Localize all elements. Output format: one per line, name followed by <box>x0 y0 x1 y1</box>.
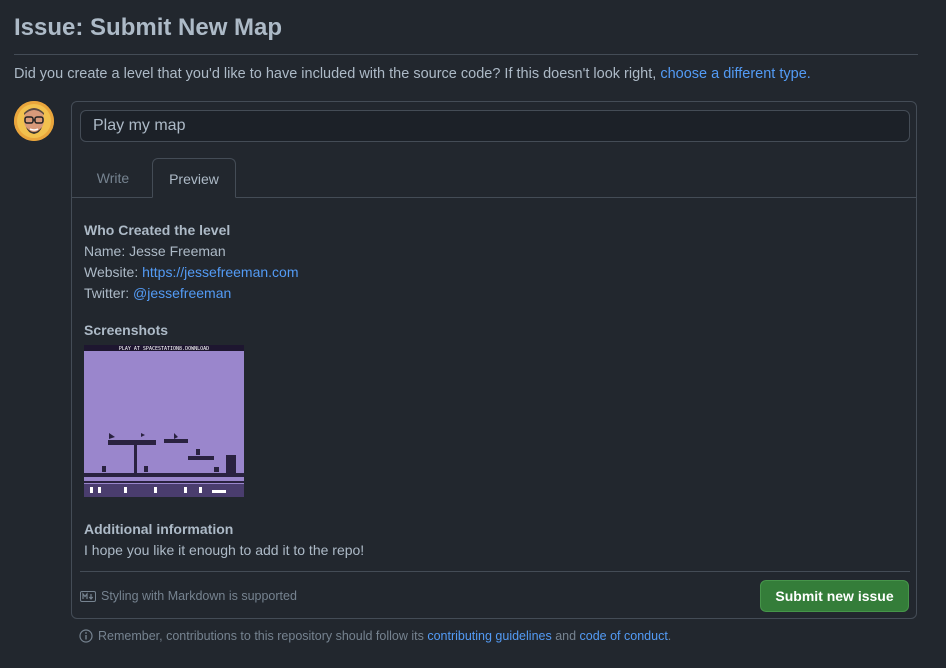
additional-info-text: I hope you like it enough to add it to t… <box>84 542 365 558</box>
issue-form: Write Preview Who Created the level Name… <box>71 101 917 619</box>
markdown-icon <box>80 590 96 602</box>
contributing-guidelines-link[interactable]: contributing guidelines <box>427 629 551 643</box>
avatar-image <box>14 101 54 141</box>
website-line: Website: https://jessefreeman.com <box>84 262 904 283</box>
preview-body: Who Created the level Name: Jesse Freema… <box>84 220 904 561</box>
submit-new-issue-button[interactable]: Submit new issue <box>760 580 909 612</box>
tab-write[interactable]: Write <box>85 158 141 198</box>
avatar[interactable] <box>14 101 54 141</box>
screenshot-caption: PLAY AT SPACESTATION8.DOWNLOAD <box>119 346 209 352</box>
website-label: Website: <box>84 264 143 280</box>
markdown-note[interactable]: Styling with Markdown is supported <box>80 589 297 603</box>
additional-info-heading: Additional information <box>84 521 234 537</box>
contribution-note-text: Remember, contributions to this reposito… <box>98 629 671 643</box>
contribution-and: and <box>551 629 580 643</box>
info-icon <box>79 629 93 643</box>
intro-text: Did you create a level that you'd like t… <box>14 66 811 82</box>
level-screenshot-image: PLAY AT SPACESTATION8.DOWNLOAD <box>84 345 244 497</box>
twitter-line: Twitter: @jessefreeman <box>84 283 904 304</box>
name-label: Name: <box>84 243 130 259</box>
title-divider <box>14 54 918 55</box>
page-title: Issue: Submit New Map <box>14 14 283 41</box>
contribution-prefix: Remember, contributions to this reposito… <box>98 629 428 643</box>
website-link[interactable]: https://jessefreeman.com <box>142 264 298 280</box>
markdown-note-text: Styling with Markdown is supported <box>101 589 297 603</box>
issue-title-input[interactable] <box>80 110 910 142</box>
tab-preview[interactable]: Preview <box>152 158 236 198</box>
name-line: Name: Jesse Freeman <box>84 241 904 262</box>
choose-different-type-link[interactable]: choose a different type. <box>660 66 810 82</box>
intro-description: Did you create a level that you'd like t… <box>14 66 661 82</box>
screenshots-heading: Screenshots <box>84 322 169 338</box>
contribution-suffix: . <box>667 629 672 643</box>
contribution-note: Remember, contributions to this reposito… <box>79 629 671 643</box>
code-of-conduct-link[interactable]: code of conduct <box>580 629 668 643</box>
footer-divider <box>80 571 910 572</box>
who-created-heading: Who Created the level <box>84 222 231 238</box>
twitter-link[interactable]: @jessefreeman <box>133 285 231 301</box>
name-value: Jesse Freeman <box>129 243 226 259</box>
level-screenshot[interactable]: PLAY AT SPACESTATION8.DOWNLOAD <box>84 345 244 497</box>
twitter-label: Twitter: <box>84 285 134 301</box>
